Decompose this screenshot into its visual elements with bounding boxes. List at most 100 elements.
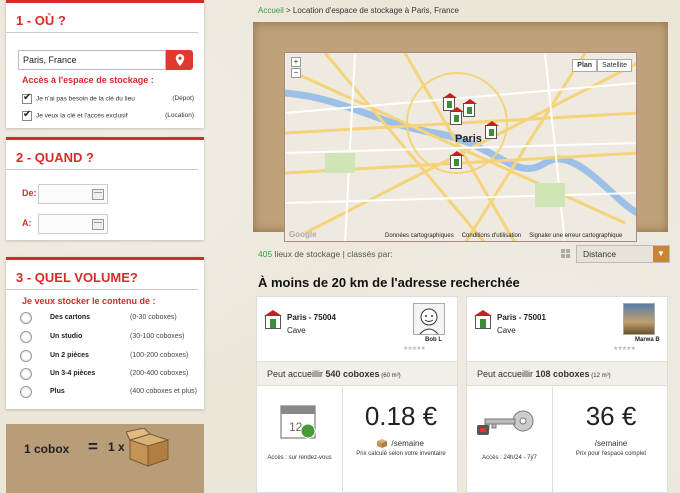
rating-stars: ★★★★★ — [613, 346, 636, 352]
section-title: À moins de 20 km de l'adresse recherchée — [258, 275, 520, 290]
price-value: 36 € — [585, 401, 637, 431]
price-value: 0.18 € — [364, 401, 438, 431]
radio-button[interactable] — [20, 331, 32, 343]
volume-option-range: (0-30 coboxes) — [130, 314, 177, 321]
storage-marker-icon[interactable] — [463, 99, 477, 117]
capacity-unit: (12 m³) — [589, 373, 611, 379]
radio-button[interactable] — [20, 386, 32, 398]
volume-option[interactable]: Des cartons (0-30 coboxes) — [20, 312, 205, 326]
locate-button[interactable] — [166, 50, 193, 70]
sort-select-value: Distance — [583, 249, 617, 259]
location-input[interactable] — [18, 50, 166, 70]
capacity-unit: (60 m³) — [379, 373, 401, 379]
access-option-mode: (Location) — [165, 112, 194, 119]
volume-panel: 3 - QUEL VOLUME? Je veux stocker le cont… — [6, 257, 204, 409]
owner-avatar-icon — [419, 308, 439, 335]
grid-view-icon[interactable] — [561, 249, 570, 258]
radio-button[interactable] — [20, 312, 32, 324]
map-report-link[interactable]: Signaler une erreur cartographique — [529, 233, 622, 239]
calendar-icon[interactable] — [92, 189, 104, 200]
card-header: Paris - 75004 Cave Bob L ★★★★★ — [257, 297, 457, 361]
zoom-in-button[interactable]: + — [291, 57, 301, 67]
map-plan-button[interactable]: Plan — [572, 59, 598, 72]
chevron-down-icon[interactable]: ▼ — [653, 246, 669, 262]
search-sidebar: 1 - OÙ ? Accès à l'espace de stockage : … — [0, 0, 205, 493]
capacity-row: Peut accueillir 108 coboxes (12 m³) — [467, 361, 667, 386]
capacity-prefix: Peut accueillir — [477, 369, 536, 379]
map-type-toggle: Plan Satellite — [572, 59, 632, 72]
cobox-multiplier: 1 x — [108, 440, 125, 454]
volume-option-name: Un 3-4 pièces — [50, 370, 96, 377]
owner-name: Bob L — [425, 337, 442, 343]
access-option-label: Je n'ai pas besoin de la clé du lieu — [36, 95, 135, 103]
from-date-input[interactable] — [38, 184, 108, 204]
volume-option[interactable]: Un 2 pièces (100-200 coboxes) — [20, 350, 205, 364]
avatar[interactable] — [413, 303, 445, 335]
access-section: Accès : 24h/24 - 7j/7 — [467, 387, 553, 493]
map-provider-logo: Google — [289, 230, 317, 239]
access-option-mode: (Dépot) — [172, 95, 194, 102]
breadcrumb-home-link[interactable]: Accueil — [258, 6, 284, 15]
key-icon — [477, 410, 534, 435]
access-title: Accès à l'espace de stockage : — [22, 75, 154, 85]
volume-option-range: (400 coboxes et plus) — [130, 388, 197, 395]
map[interactable]: + − Plan Satellite Paris Google Données … — [284, 52, 637, 242]
access-option-rental[interactable]: Je veux la clé et l'accès exclusif (Loca… — [22, 109, 202, 121]
house-icon — [474, 310, 492, 329]
zoom-out-button[interactable]: − — [291, 68, 301, 78]
avatar[interactable] — [623, 303, 655, 335]
map-frame: + − Plan Satellite Paris Google Données … — [253, 22, 668, 242]
location-row — [18, 50, 193, 70]
card-header: Paris - 75001 Cave Marwa B ★★★★★ — [467, 297, 667, 361]
checkbox-deposit[interactable] — [22, 92, 32, 104]
map-data-link[interactable]: Données cartographiques — [385, 233, 454, 239]
capacity-value: 108 coboxes — [535, 369, 590, 379]
where-title: 1 - OÙ ? — [6, 3, 198, 33]
volume-question: Je veux stocker le contenu de : — [22, 296, 156, 306]
map-pin-icon — [175, 54, 184, 66]
map-zoom-controls: + − — [291, 57, 301, 79]
breadcrumb-current: > Location d'espace de stockage à Paris,… — [283, 6, 459, 15]
card-type: Cave — [497, 326, 516, 335]
storage-card[interactable]: Paris - 75001 Cave Marwa B ★★★★★ Peut ac… — [466, 296, 668, 493]
price-period: /semaine — [594, 439, 628, 448]
cobox-equals: = — [88, 437, 98, 456]
volume-option-name: Plus — [50, 388, 65, 395]
map-terms-link[interactable]: Conditions d'utilisation — [462, 233, 522, 239]
volume-option-name: Un studio — [50, 333, 83, 340]
price-note: Prix calculé selon votre inventaire — [356, 451, 446, 457]
map-satellite-button[interactable]: Satellite — [597, 59, 632, 72]
cobox-label: 1 cobox — [24, 442, 70, 456]
volume-option[interactable]: Un 3-4 pièces (200-400 coboxes) — [20, 368, 205, 382]
from-label: De: — [22, 188, 37, 198]
price-note: Prix pour l'espace complet — [575, 451, 647, 457]
to-date-input[interactable] — [38, 214, 108, 234]
volume-option[interactable]: Un studio (30-100 coboxes) — [20, 331, 205, 345]
capacity-value: 540 coboxes — [325, 369, 380, 379]
radio-button[interactable] — [20, 368, 32, 380]
checkbox-rental[interactable] — [22, 109, 32, 121]
volume-option[interactable]: Plus (400 coboxes et plus) — [20, 386, 205, 400]
storage-marker-icon[interactable] — [485, 121, 499, 139]
calendar-icon[interactable] — [92, 219, 104, 230]
access-section: 12 Accès : sur rendez-vous — [257, 387, 343, 493]
when-panel: 2 - QUAND ? De: A: — [6, 137, 204, 240]
map-streets — [285, 53, 636, 241]
cardboard-box-icon — [377, 439, 387, 448]
storage-card[interactable]: Paris - 75004 Cave Bob L ★★★★★ Peut accu… — [256, 296, 458, 493]
volume-option-name: Des cartons — [50, 314, 91, 321]
volume-title: 3 - QUEL VOLUME? — [6, 260, 198, 290]
access-option-deposit[interactable]: Je n'ai pas besoin de la clé du lieu (Dé… — [22, 92, 202, 104]
price-section: 36 € /semaine Prix pour l'espace complet — [553, 387, 669, 493]
price-section: 0.18 € / /semaine Prix calculé selon vot… — [343, 387, 459, 493]
access-note: Accès : 24h/24 - 7j/7 — [482, 455, 537, 461]
sort-select[interactable]: Distance ▼ — [576, 245, 670, 263]
where-panel: 1 - OÙ ? Accès à l'espace de stockage : … — [6, 0, 204, 128]
storage-marker-icon[interactable] — [450, 151, 464, 169]
storage-marker-icon[interactable] — [450, 107, 464, 125]
capacity-row: Peut accueillir 540 coboxes (60 m³) — [257, 361, 457, 386]
house-icon — [264, 310, 282, 329]
radio-button[interactable] — [20, 350, 32, 362]
results-count-text: lieux de stockage | classés par: — [272, 249, 393, 259]
to-label: A: — [22, 218, 32, 228]
